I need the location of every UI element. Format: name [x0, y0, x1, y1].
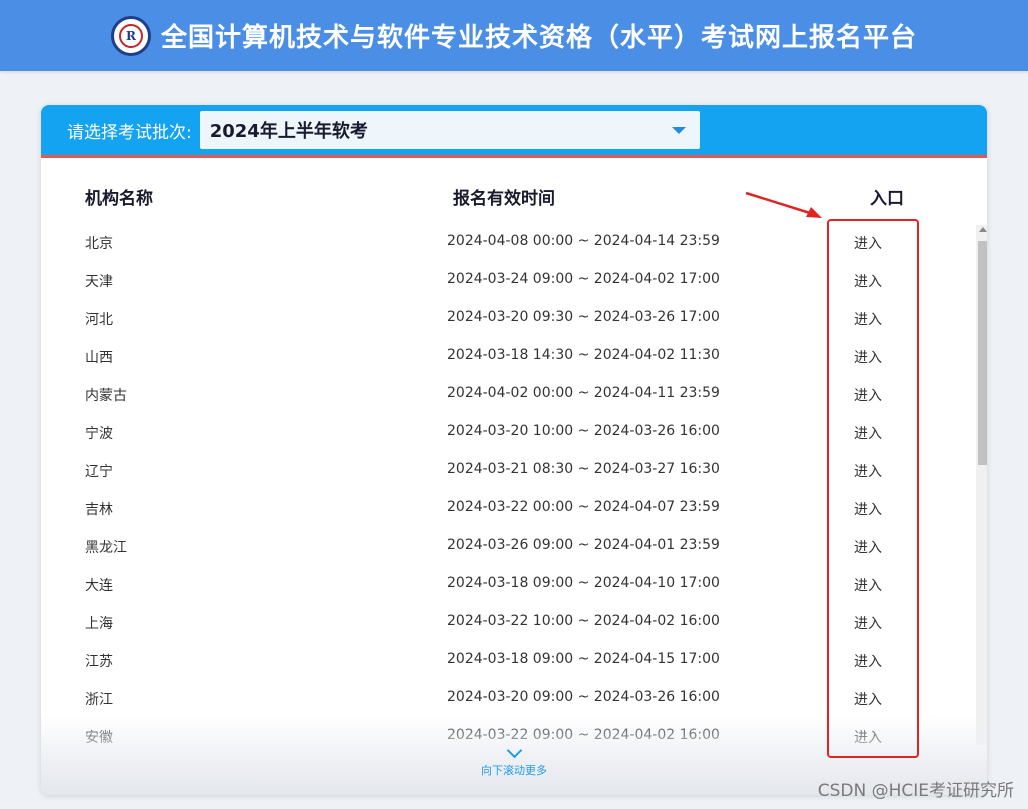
institution-name: 上海 [85, 616, 113, 632]
batch-selected-value: 2024年上半年软考 [209, 121, 368, 142]
enter-link[interactable]: 进入 [854, 385, 882, 405]
enter-link[interactable]: 进入 [854, 461, 882, 481]
scroll-more-button[interactable]: 向下滚动更多 [41, 742, 987, 778]
scrollbar[interactable] [976, 225, 987, 745]
batch-bar: 请选择考试批次: 2024年上半年软考 [41, 105, 987, 158]
column-header-institution: 机构名称 [85, 189, 153, 209]
table-row: 河北 2024-03-20 09:30 ~ 2024-03-26 17:00 进入 [41, 299, 971, 337]
enter-link[interactable]: 进入 [854, 347, 882, 367]
institution-name: 宁波 [85, 426, 113, 442]
enter-link[interactable]: 进入 [854, 233, 882, 253]
column-header-period: 报名有效时间 [453, 189, 555, 209]
page-title: 全国计算机技术与软件专业技术资格（水平）考试网上报名平台 [160, 23, 917, 53]
registration-period: 2024-03-18 09:00 ~ 2024-04-10 17:00 [447, 575, 720, 591]
table-row: 黑龙江 2024-03-26 09:00 ~ 2024-04-01 23:59 进入 [41, 527, 971, 565]
logo-emblem: R [118, 23, 143, 48]
registration-period: 2024-03-22 10:00 ~ 2024-04-02 16:00 [447, 613, 720, 629]
batch-label: 请选择考试批次: [67, 122, 192, 143]
registration-period: 2024-03-20 10:00 ~ 2024-03-26 16:00 [447, 423, 720, 439]
table-row: 北京 2024-04-08 00:00 ~ 2024-04-14 23:59 进入 [41, 223, 971, 261]
registration-period: 2024-03-21 08:30 ~ 2024-03-27 16:30 [447, 461, 720, 477]
column-header-entry: 入口 [870, 189, 904, 209]
registration-period: 2024-03-24 09:00 ~ 2024-04-02 17:00 [447, 271, 720, 287]
institution-name: 山西 [85, 350, 113, 366]
registration-period: 2024-04-08 00:00 ~ 2024-04-14 23:59 [447, 233, 720, 249]
registration-card: 请选择考试批次: 2024年上半年软考 机构名称 报名有效时间 入口 北京 202… [41, 105, 987, 795]
table-row: 天津 2024-03-24 09:00 ~ 2024-04-02 17:00 进入 [41, 261, 971, 299]
table-row: 上海 2024-03-22 10:00 ~ 2024-04-02 16:00 进入 [41, 603, 971, 641]
enter-link[interactable]: 进入 [854, 499, 882, 519]
enter-link[interactable]: 进入 [854, 651, 882, 671]
table-row: 江苏 2024-03-18 09:00 ~ 2024-04-15 17:00 进入 [41, 641, 971, 679]
institution-name: 北京 [85, 236, 113, 252]
institution-name: 大连 [85, 578, 113, 594]
exam-logo-icon: R [110, 15, 151, 56]
enter-link[interactable]: 进入 [854, 613, 882, 633]
table-row: 大连 2024-03-18 09:00 ~ 2024-04-10 17:00 进入 [41, 565, 971, 603]
registration-period: 2024-03-22 00:00 ~ 2024-04-07 23:59 [447, 499, 720, 515]
registration-period: 2024-03-26 09:00 ~ 2024-04-01 23:59 [447, 537, 720, 553]
scroll-up-arrow-icon[interactable] [979, 227, 987, 232]
institution-name: 浙江 [85, 692, 113, 708]
enter-link[interactable]: 进入 [854, 575, 882, 595]
enter-link[interactable]: 进入 [854, 689, 882, 709]
institution-list: 北京 2024-04-08 00:00 ~ 2024-04-14 23:59 进入天… [41, 223, 971, 743]
institution-name: 河北 [85, 312, 113, 328]
chevron-down-icon [506, 742, 522, 759]
enter-link[interactable]: 进入 [854, 271, 882, 291]
table-row: 吉林 2024-03-22 00:00 ~ 2024-04-07 23:59 进入 [41, 489, 971, 527]
registration-period: 2024-04-02 00:00 ~ 2024-04-11 23:59 [447, 385, 720, 401]
registration-period: 2024-03-20 09:00 ~ 2024-03-26 16:00 [447, 689, 720, 705]
table-row: 辽宁 2024-03-21 08:30 ~ 2024-03-27 16:30 进入 [41, 451, 971, 489]
caret-down-icon[interactable] [671, 126, 686, 134]
institution-name: 江苏 [85, 654, 113, 670]
table-row: 浙江 2024-03-20 09:00 ~ 2024-03-26 16:00 进入 [41, 679, 971, 717]
registration-period: 2024-03-18 09:00 ~ 2024-04-15 17:00 [447, 651, 720, 667]
top-header: R 全国计算机技术与软件专业技术资格（水平）考试网上报名平台 [0, 0, 1028, 71]
enter-link[interactable]: 进入 [854, 309, 882, 329]
scrollbar-thumb[interactable] [978, 241, 987, 465]
institution-name: 天津 [85, 274, 113, 290]
enter-link[interactable]: 进入 [854, 423, 882, 443]
institution-name: 吉林 [85, 502, 113, 518]
table-row: 宁波 2024-03-20 10:00 ~ 2024-03-26 16:00 进入 [41, 413, 971, 451]
registration-period: 2024-03-18 14:30 ~ 2024-04-02 11:30 [447, 347, 720, 363]
enter-link[interactable]: 进入 [854, 537, 882, 557]
watermark: CSDN @HCIE考证研究所 [817, 781, 1014, 801]
table-row: 山西 2024-03-18 14:30 ~ 2024-04-02 11:30 进入 [41, 337, 971, 375]
table-row: 内蒙古 2024-04-02 00:00 ~ 2024-04-11 23:59 进入 [41, 375, 971, 413]
institution-name: 内蒙古 [85, 388, 127, 404]
batch-select[interactable]: 2024年上半年软考 [199, 111, 700, 149]
registration-period: 2024-03-20 09:30 ~ 2024-03-26 17:00 [447, 309, 720, 325]
institution-name: 黑龙江 [85, 540, 127, 556]
institution-name: 辽宁 [85, 464, 113, 480]
